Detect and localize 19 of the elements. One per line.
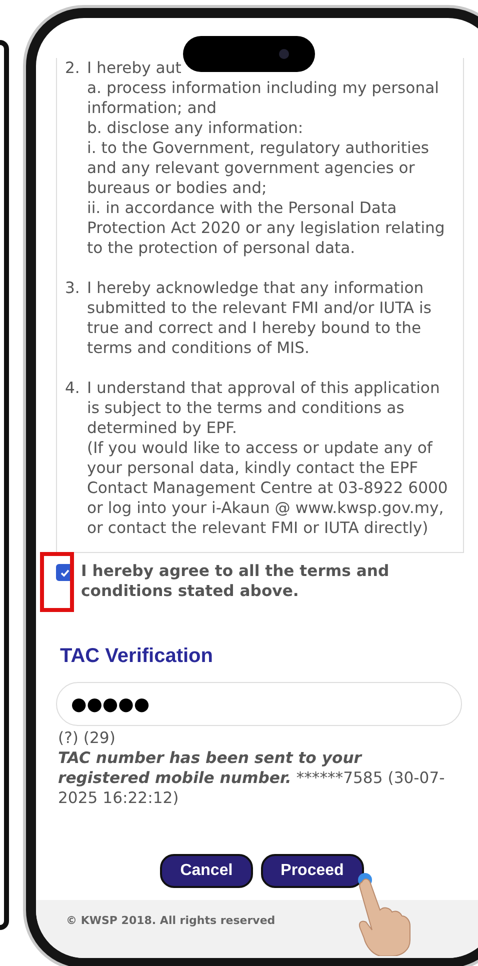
tac-input-field[interactable]: ●●●●● <box>56 682 462 726</box>
term-text: I understand that approval of this application is subject to the terms and conditions as determined by EPF. <box>87 378 441 438</box>
tac-message: TAC number has been sent to your registered mobile number. ******7585 (30-07-2025 16:22:12) <box>58 748 446 808</box>
term-text: (If you would like to access or update any of your personal data, kindly contact the EPF Contact Management Centre at 03-8922 6000 or log into your i-Akaun @ www.kwsp.gov.my, or contact the relevant FMI or IUTA directly) <box>87 438 449 538</box>
term-number: 2. <box>65 58 81 79</box>
term-text: I hereby aut <box>87 58 182 78</box>
highlight-frame <box>40 552 74 612</box>
action-button[interactable]: Cancel <box>160 854 253 888</box>
action-button[interactable]: Proceed <box>260 854 364 888</box>
term-number: 4. <box>65 378 81 399</box>
term-text: i. to the Government, regulatory authorities and any relevant government agencies or bureaus or bodies and; <box>87 138 430 198</box>
section-heading: TAC Verification <box>60 645 214 668</box>
copyright-text: © KWSP 2018. All rights reserved <box>66 914 276 927</box>
tac-countdown: (?) (29) <box>58 728 116 748</box>
term-number: 3. <box>65 278 81 299</box>
term-text: b. disclose any information: <box>87 118 304 138</box>
term-text: ii. in accordance with the Personal Data Protection Act 2020 or any legislation relating to the protection of personal data. <box>87 198 446 258</box>
agree-label: I hereby agree to all the terms and conditions stated above. <box>81 561 390 601</box>
term-text: I hereby acknowledge that any information submitted to the relevant FMI and/or IUTA is true and correct and I hereby bound to the terms and conditions of MIS. <box>87 278 432 358</box>
